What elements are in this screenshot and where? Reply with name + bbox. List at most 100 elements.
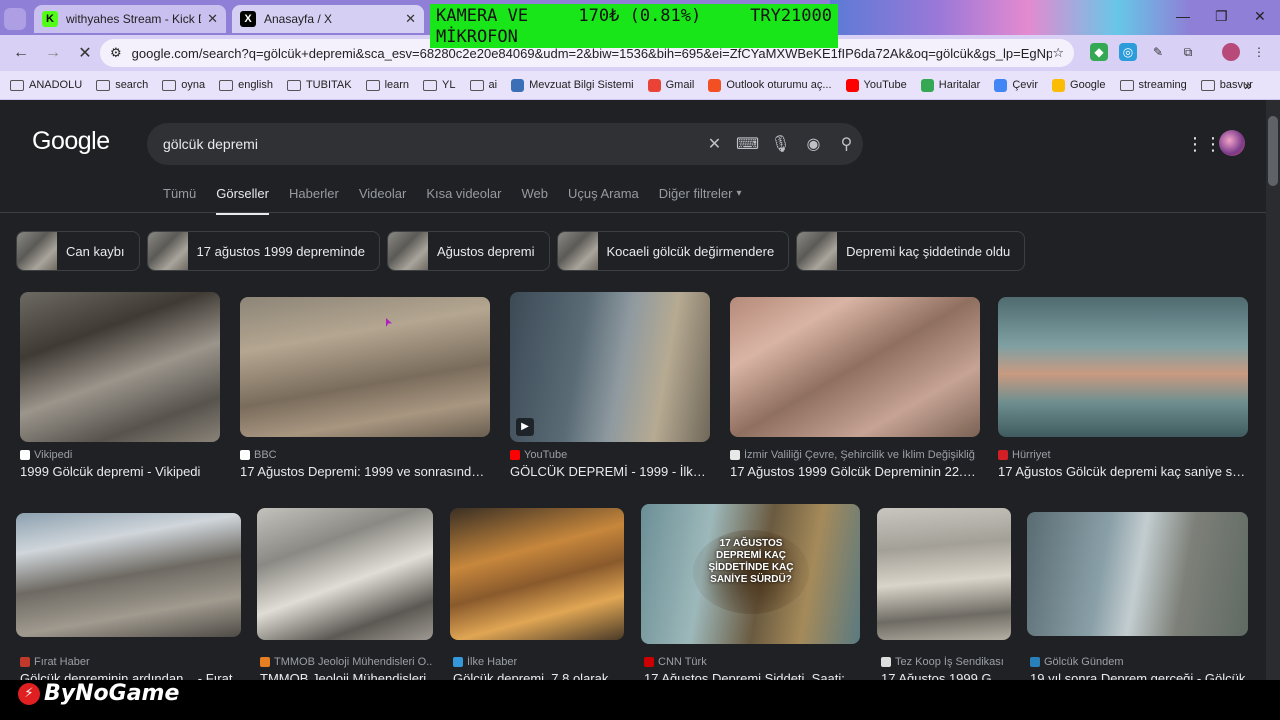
profile-avatar-icon[interactable]: [1222, 43, 1240, 61]
result-source[interactable]: Hürriyet: [998, 449, 1246, 461]
chip-2[interactable]: Ağustos depremi: [386, 231, 550, 271]
menu-dots-icon[interactable]: ⋮: [1250, 43, 1268, 61]
result-caption[interactable]: GÖLCÜK DEPREMİ - 1999 - İlk gö...: [510, 464, 706, 479]
result-image[interactable]: [730, 297, 980, 437]
translate-extension-icon[interactable]: ◎: [1119, 43, 1137, 61]
source-name: Hürriyet: [1012, 449, 1051, 461]
bookmark-star-icon[interactable]: ☆: [1052, 45, 1064, 61]
tab-haberler[interactable]: Haberler: [289, 186, 339, 215]
bookmark-yl[interactable]: YL: [423, 79, 456, 91]
bookmark-english[interactable]: english: [219, 79, 273, 91]
result-image[interactable]: [20, 292, 220, 442]
source-favicon-icon: [453, 657, 463, 667]
puzzle-extensions-icon[interactable]: ⧉: [1179, 43, 1197, 61]
result-source[interactable]: CNN Türk: [644, 656, 858, 668]
result-image[interactable]: [1027, 512, 1248, 636]
result-caption[interactable]: TMMOB Jeoloji Mühendisleri: [260, 671, 432, 680]
tab-görseller[interactable]: Görseller: [216, 186, 269, 215]
result-source[interactable]: TMMOB Jeoloji Mühendisleri O...: [260, 656, 432, 668]
dropdown-caret-icon[interactable]: ▾: [736, 188, 741, 215]
result-caption[interactable]: Gölcük depreminin ardından... - Fırat: [20, 671, 242, 680]
bookmark-mevzuat-bilgi-sistemi[interactable]: Mevzuat Bilgi Sistemi: [511, 78, 634, 92]
result-image[interactable]: [257, 508, 433, 640]
tab-search-button[interactable]: [4, 8, 26, 30]
lens-camera-icon[interactable]: ◉: [797, 134, 830, 154]
search-box[interactable]: gölcük depremi ✕ ⌨ 🎙 ◉ ⚲: [147, 123, 863, 165]
bookmark-outlook-oturumu-aç-[interactable]: Outlook oturumu aç...: [708, 78, 832, 92]
result-source[interactable]: Gölcük Gündem: [1030, 656, 1248, 668]
clear-icon[interactable]: ✕: [698, 134, 731, 154]
close-tab-icon[interactable]: ✕: [207, 11, 218, 27]
chip-3[interactable]: Kocaeli gölcük değirmendere: [556, 231, 790, 271]
result-source[interactable]: YouTube: [510, 449, 706, 461]
bookmark-streaming[interactable]: streaming: [1119, 79, 1187, 91]
result-caption[interactable]: 17 Ağustos 1999 Gölcük Depreminin 22. Yı…: [730, 464, 976, 479]
bookmark-haritalar[interactable]: Haritalar: [920, 78, 980, 92]
result-source[interactable]: Fırat Haber: [20, 656, 242, 668]
minimize-button[interactable]: —: [1176, 8, 1190, 24]
bookmark-gmail[interactable]: Gmail: [647, 78, 694, 92]
source-name: Tez Koop İş Sendikası: [895, 656, 1004, 668]
result-caption[interactable]: 17 Ağustos Depremi: 1999 ve sonrasında n…: [240, 464, 488, 479]
chip-4[interactable]: Depremi kaç şiddetinde oldu: [796, 231, 1026, 271]
bookmark-ai[interactable]: ai: [469, 79, 497, 91]
tab-web[interactable]: Web: [521, 186, 548, 215]
folder-icon: [10, 79, 24, 91]
chip-1[interactable]: 17 ağustos 1999 depreminde: [146, 231, 380, 271]
google-logo[interactable]: Google: [32, 127, 110, 156]
microphone-icon[interactable]: 🎙: [764, 134, 797, 154]
keyboard-icon[interactable]: ⌨: [731, 134, 764, 154]
result-image[interactable]: 17 AĞUSTOS DEPREMİ KAÇ ŞİDDETİNDE KAÇ SA…: [641, 504, 860, 644]
result-image[interactable]: [16, 513, 241, 637]
result-caption[interactable]: Gölcük depremi, 7.8 olarak d...: [453, 671, 625, 680]
result-caption[interactable]: 17 Ağustos Gölcük depremi kaç saniye sür…: [998, 464, 1246, 479]
result-source[interactable]: İzmir Valiliği Çevre, Şehircilik ve İkli…: [730, 449, 976, 461]
tab-kısa-videolar[interactable]: Kısa videolar: [426, 186, 501, 215]
tab-diğer-filtreler[interactable]: Diğer filtreler: [659, 186, 733, 215]
bookmark-oyna[interactable]: oyna: [162, 79, 205, 91]
result-image[interactable]: [998, 297, 1248, 437]
image-overlay-text: 17 AĞUSTOS DEPREMİ KAÇ ŞİDDETİNDE KAÇ SA…: [708, 538, 794, 585]
tab-videolar[interactable]: Videolar: [359, 186, 406, 215]
loading-spinner-icon[interactable]: ✕: [74, 43, 96, 63]
bookmark-google[interactable]: Google: [1052, 78, 1106, 92]
tab-tümü[interactable]: Tümü: [163, 186, 196, 215]
result-image[interactable]: [240, 297, 490, 437]
tab-kick-dashboard[interactable]: K withyahes Stream - Kick Dashb ✕: [34, 5, 226, 33]
chip-0[interactable]: Can kaybı: [16, 231, 140, 271]
search-icon[interactable]: ⚲: [830, 134, 863, 154]
result-image[interactable]: [877, 508, 1011, 640]
result-caption[interactable]: 17 Ağustos 1999 Göl...: [881, 671, 1011, 680]
back-arrow-icon[interactable]: ←: [10, 44, 32, 62]
result-source[interactable]: Vikipedi: [20, 449, 220, 461]
account-avatar[interactable]: [1219, 130, 1245, 156]
bookmark-tubitak[interactable]: TUBITAK: [286, 79, 352, 91]
bookmark-çevir[interactable]: Çevir: [994, 78, 1038, 92]
close-tab-icon[interactable]: ✕: [405, 11, 416, 27]
source-favicon-icon: [881, 657, 891, 667]
page-scrollbar[interactable]: [1266, 100, 1280, 680]
extension-icon[interactable]: ✎: [1149, 43, 1167, 61]
maximize-button[interactable]: ❐: [1215, 8, 1228, 25]
more-bookmarks-icon[interactable]: »: [1244, 77, 1252, 93]
bookmark-learn[interactable]: learn: [365, 79, 409, 91]
tab-x-home[interactable]: X Anasayfa / X ✕: [232, 5, 424, 33]
result-caption[interactable]: 19 yıl sonra Deprem gerçeği - Gölcük: [1030, 671, 1248, 680]
scrollbar-thumb[interactable]: [1268, 116, 1278, 186]
site-info-icon[interactable]: ⚙: [110, 45, 122, 61]
result-source[interactable]: Tez Koop İş Sendikası: [881, 656, 1011, 668]
tab-uçuş-arama[interactable]: Uçuş Arama: [568, 186, 639, 215]
search-input[interactable]: gölcük depremi: [163, 136, 698, 152]
result-image[interactable]: [450, 508, 624, 640]
bookmark-youtube[interactable]: YouTube: [845, 78, 907, 92]
shield-extension-icon[interactable]: ◆: [1090, 43, 1108, 61]
result-source[interactable]: BBC: [240, 449, 488, 461]
result-caption[interactable]: 1999 Gölcük depremi - Vikipedi: [20, 464, 220, 479]
result-caption[interactable]: 17 Ağustos Depremi Şiddeti, Saati: 1...: [644, 671, 858, 680]
result-source[interactable]: İlke Haber: [453, 656, 625, 668]
result-image[interactable]: ▶: [510, 292, 710, 442]
close-window-button[interactable]: ✕: [1254, 8, 1266, 25]
forward-arrow-icon[interactable]: →: [42, 44, 64, 62]
bookmark-search[interactable]: search: [96, 79, 148, 91]
bookmark-anadolu[interactable]: ANADOLU: [10, 79, 82, 91]
